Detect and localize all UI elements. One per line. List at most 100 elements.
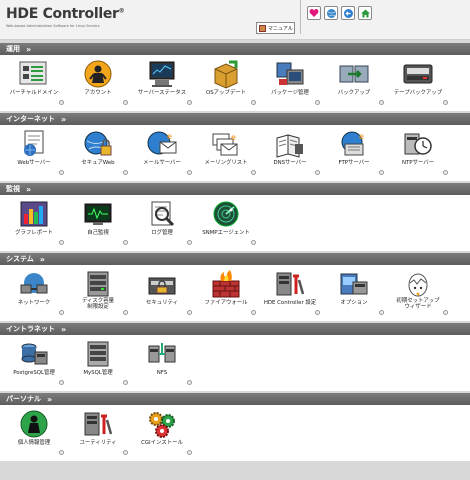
item-web-server[interactable]: Webサーバー: [2, 125, 66, 185]
section-header-personal: パーソナル »: [0, 393, 470, 405]
item-label: ディスク容量 制限設定: [82, 298, 114, 310]
home-icon[interactable]: [358, 6, 372, 20]
help-bullet-icon[interactable]: [59, 450, 64, 455]
help-bullet-icon[interactable]: [123, 380, 128, 385]
help-bullet-icon[interactable]: [123, 310, 128, 315]
help-bullet-icon[interactable]: [187, 100, 192, 105]
item-label: ユーティリティ: [79, 440, 117, 446]
help-bullet-icon[interactable]: [59, 240, 64, 245]
double-chevron-icon: »: [26, 44, 31, 54]
item-backup[interactable]: バックアップ: [322, 55, 386, 115]
back-arrow-icon[interactable]: [341, 6, 355, 20]
item-label: OSアップデート: [205, 90, 246, 96]
help-bullet-icon[interactable]: [59, 100, 64, 105]
item-label: DNSサーバー: [273, 160, 307, 166]
help-bullet-icon[interactable]: [251, 310, 256, 315]
item-snmp-agent[interactable]: SNMPエージェント: [194, 195, 258, 255]
item-security[interactable]: セキュリティ: [130, 265, 194, 325]
svg-text:e: e: [359, 132, 364, 141]
account-icon: [82, 59, 114, 89]
logo[interactable]: HDE Controller®: [6, 6, 125, 22]
item-account[interactable]: アカウント: [66, 55, 130, 115]
item-mysql[interactable]: MySQL管理: [66, 335, 130, 395]
item-cgi-install[interactable]: CGIインストール: [130, 405, 194, 465]
item-setup-wizard[interactable]: 初期セットアップ ウィザード: [386, 265, 450, 325]
item-graph-report[interactable]: グラフレポート: [2, 195, 66, 255]
help-bullet-icon[interactable]: [251, 170, 256, 175]
double-chevron-icon: »: [47, 394, 52, 404]
double-chevron-icon: »: [61, 114, 66, 124]
help-bullet-icon[interactable]: [59, 380, 64, 385]
item-controller-settings[interactable]: HDE Controller 設定: [258, 265, 322, 325]
item-postgresql[interactable]: PostgreSQL管理: [2, 335, 66, 395]
item-label: MySQL管理: [83, 370, 113, 376]
item-log[interactable]: ログ管理: [130, 195, 194, 255]
item-utility[interactable]: ユーティリティ: [66, 405, 130, 465]
cgi-install-icon: [146, 409, 178, 439]
help-bullet-icon[interactable]: [187, 310, 192, 315]
item-package[interactable]: パッケージ管理: [258, 55, 322, 115]
item-personal-info[interactable]: 個人情報管理: [2, 405, 66, 465]
help-bullet-icon[interactable]: [123, 170, 128, 175]
help-bullet-icon[interactable]: [379, 100, 384, 105]
item-options[interactable]: オプション: [322, 265, 386, 325]
section-internet: Webサーバー セキュアWeb e メールサーバー e メーリングリスト DNS…: [0, 125, 470, 181]
item-label: サーバーステータス: [137, 90, 187, 96]
item-disk-quota[interactable]: ディスク容量 制限設定: [66, 265, 130, 325]
section-title: イントラネット: [6, 325, 55, 333]
help-bullet-icon[interactable]: [59, 170, 64, 175]
item-firewall[interactable]: ファイアウォール: [194, 265, 258, 325]
help-bullet-icon[interactable]: [123, 100, 128, 105]
help-bullet-icon[interactable]: [379, 170, 384, 175]
help-bullet-icon[interactable]: [315, 310, 320, 315]
item-ftp-server[interactable]: e FTPサーバー: [322, 125, 386, 185]
help-bullet-icon[interactable]: [187, 450, 192, 455]
package-icon: [274, 59, 306, 89]
item-os-update[interactable]: OSアップデート: [194, 55, 258, 115]
help-bullet-icon[interactable]: [443, 310, 448, 315]
item-label: 自己監視: [87, 230, 109, 236]
section-title: パーソナル: [6, 395, 41, 403]
section-operations: バーチャルドメイン アカウント サーバーステータス OSアップデート パッケージ…: [0, 55, 470, 111]
personal-info-icon: [18, 409, 50, 439]
section-personal: 個人情報管理 ユーティリティ CGIインストール: [0, 405, 470, 461]
item-network[interactable]: ネットワーク: [2, 265, 66, 325]
item-mailing-list[interactable]: e メーリングリスト: [194, 125, 258, 185]
item-label: バックアップ: [337, 90, 371, 96]
item-self-monitor[interactable]: 自己監視: [66, 195, 130, 255]
item-virtual-domain[interactable]: バーチャルドメイン: [2, 55, 66, 115]
help-bullet-icon[interactable]: [187, 240, 192, 245]
item-mail-server[interactable]: e メールサーバー: [130, 125, 194, 185]
item-tape-backup[interactable]: テープバックアップ: [386, 55, 450, 115]
item-ntp-server[interactable]: NTPサーバー: [386, 125, 450, 185]
double-chevron-icon: »: [61, 324, 66, 334]
item-dns-server[interactable]: DNSサーバー: [258, 125, 322, 185]
item-nfs[interactable]: NFS: [130, 335, 194, 395]
globe-icon[interactable]: [324, 6, 338, 20]
help-bullet-icon[interactable]: [315, 170, 320, 175]
help-bullet-icon[interactable]: [315, 100, 320, 105]
section-title: インターネット: [6, 115, 55, 123]
help-bullet-icon[interactable]: [187, 380, 192, 385]
book-icon: [259, 24, 266, 32]
item-label: ファイアウォール: [204, 300, 248, 306]
manual-button[interactable]: マニュアル: [256, 22, 295, 34]
help-bullet-icon[interactable]: [379, 310, 384, 315]
item-label: 個人情報管理: [17, 440, 51, 446]
help-bullet-icon[interactable]: [443, 100, 448, 105]
heart-icon[interactable]: [307, 6, 321, 20]
mysql-icon: [82, 339, 114, 369]
item-secure-web[interactable]: セキュアWeb: [66, 125, 130, 185]
help-bullet-icon[interactable]: [251, 100, 256, 105]
help-bullet-icon[interactable]: [59, 310, 64, 315]
disk-quota-icon: [82, 269, 114, 299]
help-bullet-icon[interactable]: [443, 170, 448, 175]
item-label: セキュリティ: [145, 300, 179, 306]
item-server-status[interactable]: サーバーステータス: [130, 55, 194, 115]
header-divider: [300, 0, 301, 34]
help-bullet-icon[interactable]: [251, 240, 256, 245]
help-bullet-icon[interactable]: [123, 240, 128, 245]
svg-text:e: e: [167, 132, 172, 141]
help-bullet-icon[interactable]: [187, 170, 192, 175]
help-bullet-icon[interactable]: [123, 450, 128, 455]
